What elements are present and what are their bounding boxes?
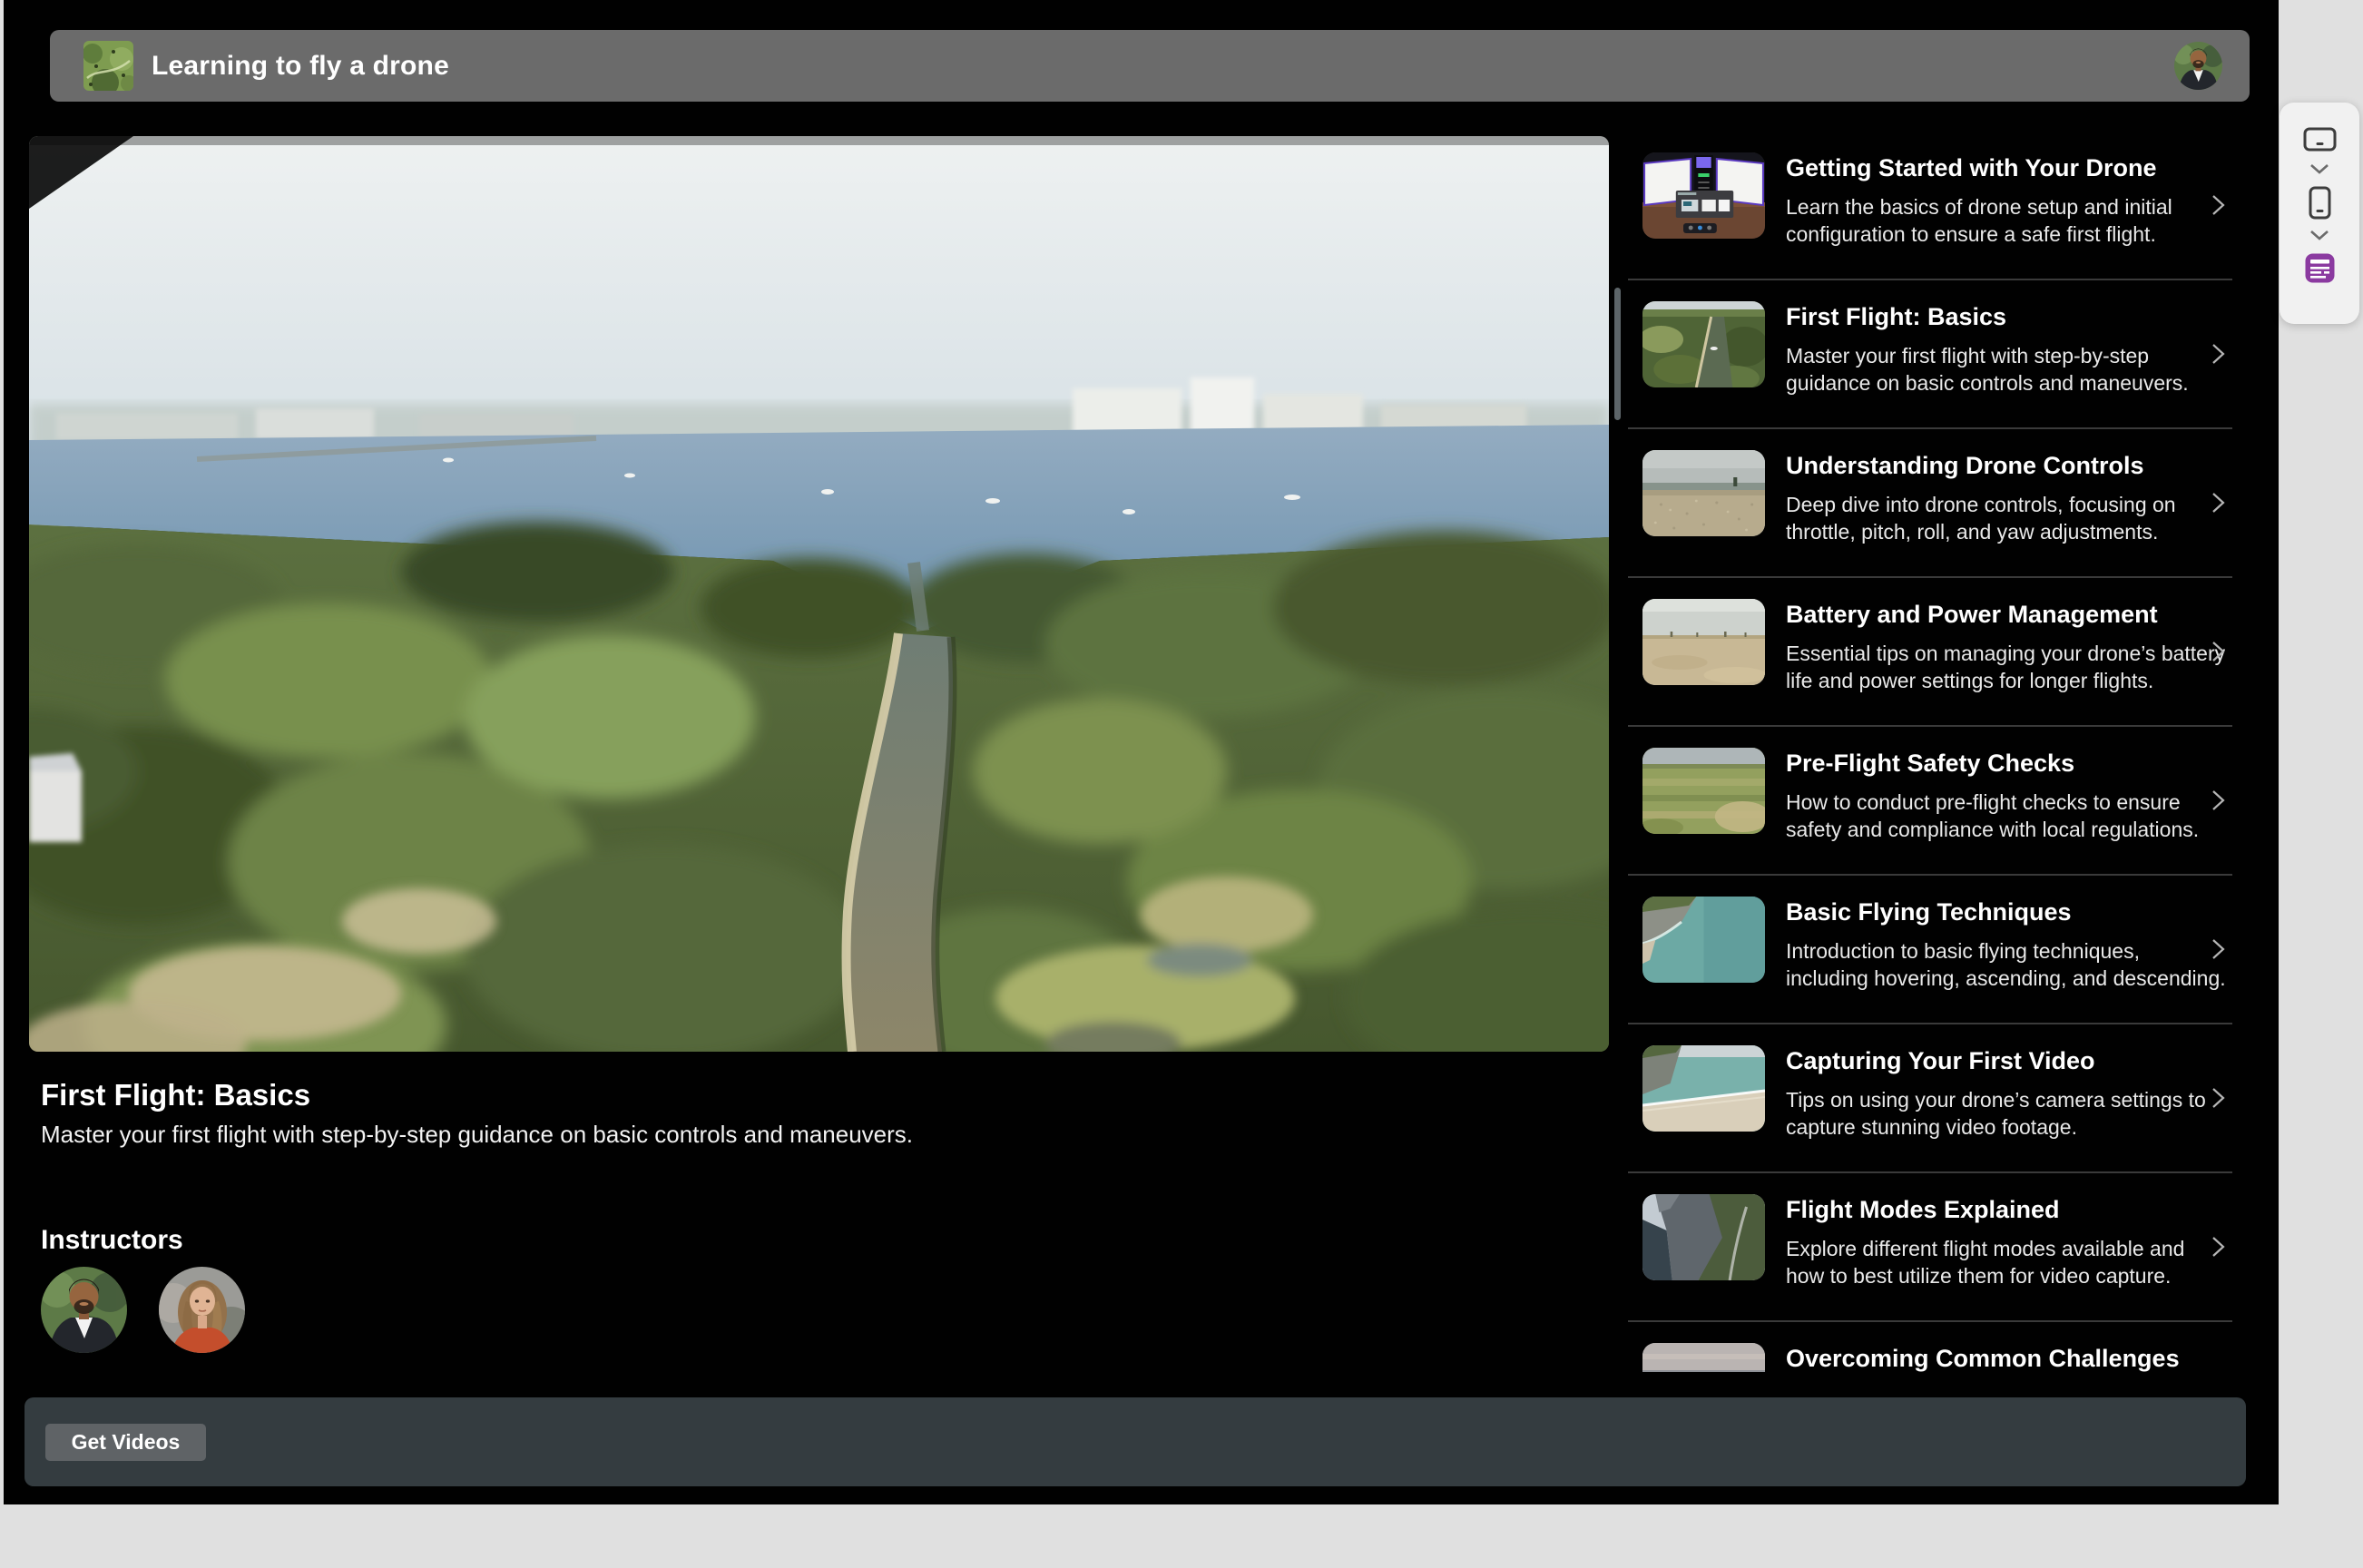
beach-cliff-thumbnail <box>1642 1045 1765 1132</box>
playlist-item[interactable]: Battery and Power Management Essential t… <box>1628 578 2232 727</box>
fjord-thumbnail <box>1642 1194 1765 1280</box>
chevron-right-icon <box>2211 789 2227 812</box>
app-title: Learning to fly a drone <box>152 51 449 82</box>
instructors-heading: Instructors <box>41 1225 183 1256</box>
grass-field-thumbnail <box>1642 748 1765 834</box>
instructor-avatar-female[interactable] <box>159 1267 245 1353</box>
playlist-item[interactable]: First Flight: Basics Master your first f… <box>1628 280 2232 429</box>
screen: Learning to fly a drone <box>0 0 2363 1568</box>
desk-setup-thumbnail <box>1642 152 1765 239</box>
chevron-down-icon[interactable] <box>2309 230 2329 241</box>
chevron-right-icon <box>2211 1086 2227 1110</box>
cliff-sea-thumbnail <box>1642 897 1765 983</box>
chevron-right-icon <box>2211 491 2227 514</box>
desktop-preview-icon[interactable] <box>2303 127 2337 152</box>
device-preview-toolbar <box>2280 103 2359 324</box>
gravel-field-thumbnail <box>1642 450 1765 536</box>
playlist-item[interactable]: Getting Started with Your Drone Learn th… <box>1628 132 2232 280</box>
playlist-item[interactable]: Basic Flying Techniques Introduction to … <box>1628 876 2232 1024</box>
playlist-item-title: Basic Flying Techniques <box>1786 897 2227 927</box>
titlebar: Learning to fly a drone <box>50 30 2250 102</box>
playlist-item-description: Deep dive into drone controls, focusing … <box>1786 491 2227 545</box>
playlist-item-title: Capturing Your First Video <box>1786 1046 2227 1076</box>
playlist-item-title: Overcoming Common Challenges <box>1786 1344 2227 1372</box>
chevron-right-icon <box>2211 640 2227 663</box>
chevron-right-icon <box>2211 937 2227 961</box>
chevron-right-icon <box>2211 342 2227 366</box>
playlist-item-title: Battery and Power Management <box>1786 600 2227 630</box>
chevron-right-icon <box>2211 193 2227 217</box>
playlist: Getting Started with Your Drone Learn th… <box>1628 132 2232 1372</box>
desert-plain-thumbnail <box>1642 599 1765 685</box>
playlist-item-title: Understanding Drone Controls <box>1786 451 2227 481</box>
instructor-avatar-male[interactable] <box>41 1267 127 1353</box>
video-player[interactable] <box>29 136 1609 1052</box>
playlist-item[interactable]: Overcoming Common Challenges <box>1628 1322 2232 1372</box>
playlist-item-title: Flight Modes Explained <box>1786 1195 2227 1225</box>
notes-app-icon[interactable] <box>2305 253 2335 283</box>
playlist-item-title: Getting Started with Your Drone <box>1786 153 2227 183</box>
playlist-item-description: Tips on using your drone’s camera settin… <box>1786 1086 2227 1141</box>
playlist-item-description: Introduction to basic flying techniques,… <box>1786 937 2227 992</box>
playlist-item-description: Master your first flight with step-by-st… <box>1786 342 2227 397</box>
playlist-item-description: Essential tips on managing your drone’s … <box>1786 640 2227 694</box>
playlist-item-description: How to conduct pre-flight checks to ensu… <box>1786 789 2227 843</box>
current-video-title: First Flight: Basics <box>41 1078 310 1112</box>
river-aerial-thumbnail <box>1642 301 1765 387</box>
current-video-description: Master your first flight with step-by-st… <box>41 1121 913 1149</box>
playlist-item[interactable]: Understanding Drone Controls Deep dive i… <box>1628 429 2232 578</box>
user-avatar[interactable] <box>2174 42 2222 90</box>
playlist-item[interactable]: Capturing Your First Video Tips on using… <box>1628 1024 2232 1173</box>
playlist-item-description: Learn the basics of drone setup and init… <box>1786 193 2227 248</box>
playlist-item-title: Pre-Flight Safety Checks <box>1786 749 2227 779</box>
phone-preview-icon[interactable] <box>2309 186 2331 220</box>
playlist-item[interactable]: Pre-Flight Safety Checks How to conduct … <box>1628 727 2232 876</box>
app-aerial-icon <box>83 41 133 91</box>
footer-bar: Get Videos <box>25 1397 2246 1486</box>
get-videos-button[interactable]: Get Videos <box>45 1424 206 1461</box>
coastal-dusk-thumbnail <box>1642 1343 1765 1372</box>
playlist-item-title: First Flight: Basics <box>1786 302 2227 332</box>
drone-aerial-video-frame <box>29 136 1609 1052</box>
chevron-right-icon <box>2211 1235 2227 1259</box>
playlist-item[interactable]: Flight Modes Explained Explore different… <box>1628 1173 2232 1322</box>
playlist-scrollbar[interactable] <box>1614 288 1621 420</box>
playlist-item-description: Explore different flight modes available… <box>1786 1235 2227 1289</box>
chevron-down-icon[interactable] <box>2309 163 2329 175</box>
